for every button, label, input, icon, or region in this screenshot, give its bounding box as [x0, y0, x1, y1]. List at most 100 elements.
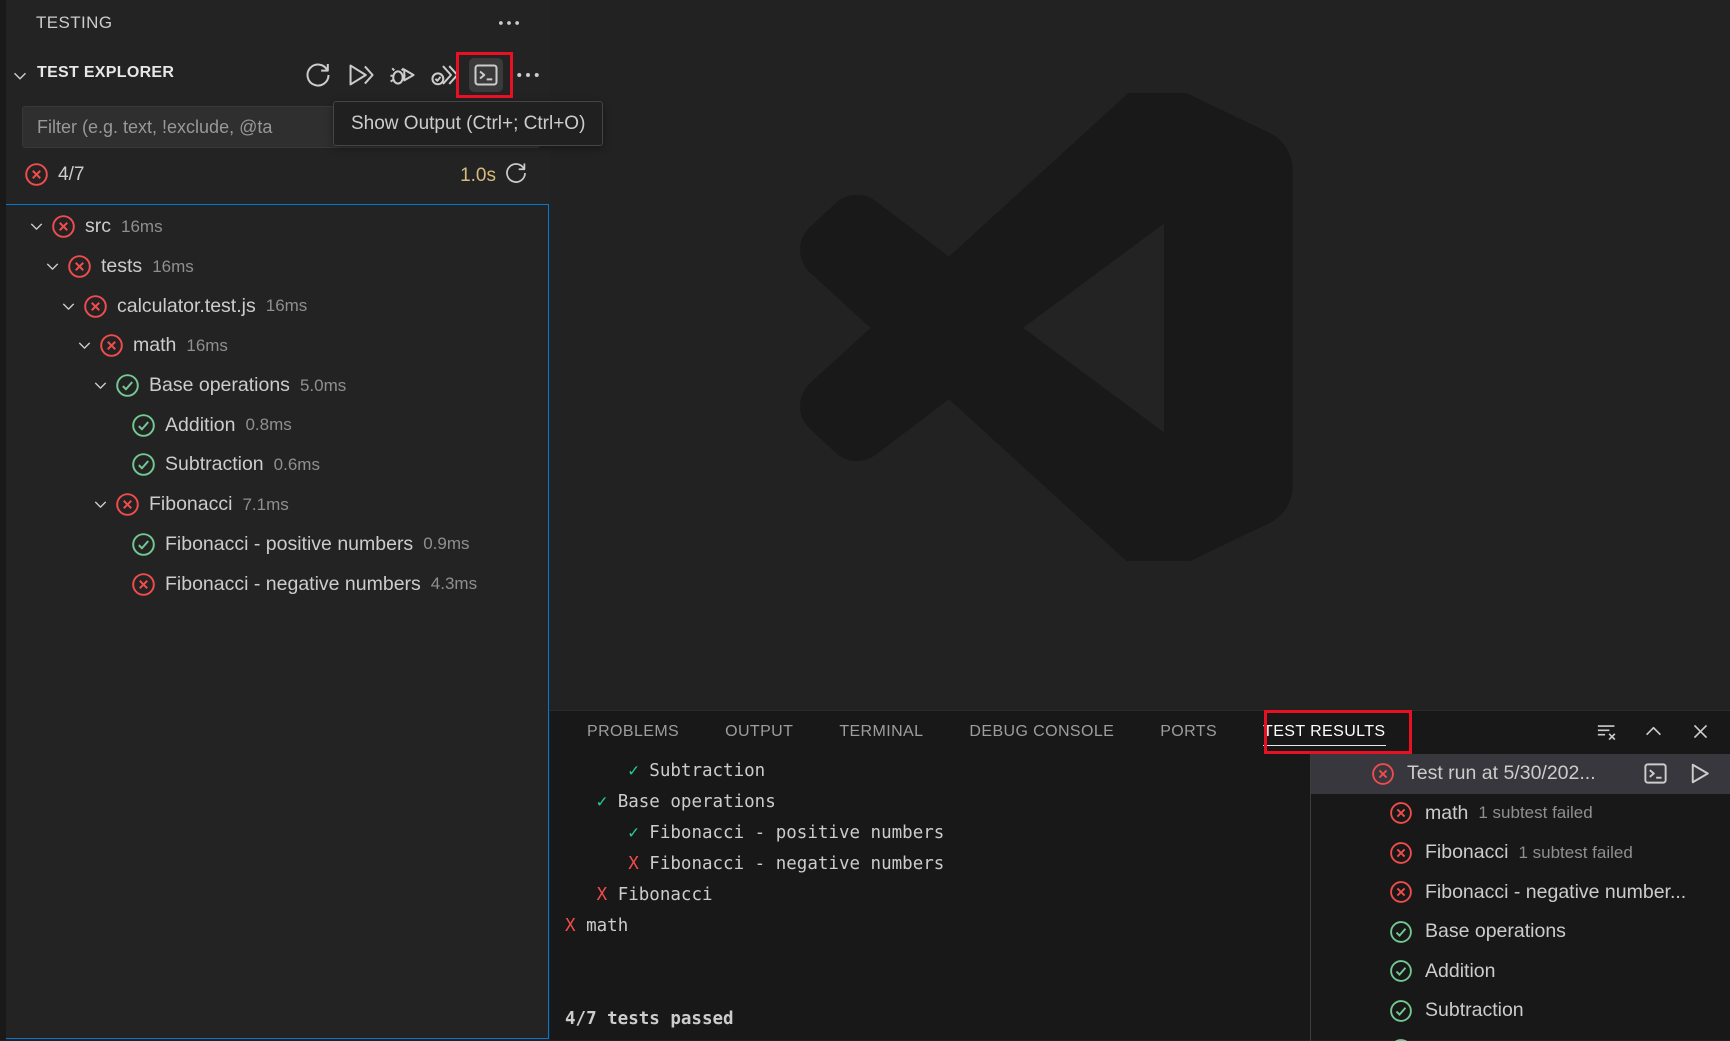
chevron-down-icon[interactable]	[24, 215, 48, 239]
vscode-logo-watermark	[800, 93, 1294, 561]
chevron-down-icon[interactable]	[40, 255, 64, 279]
test-tree-item[interactable]: Base operations5.0ms	[6, 366, 548, 406]
annotation-box-show-output	[456, 52, 513, 98]
result-label: Fibonacci	[1425, 841, 1508, 864]
refresh-button[interactable]	[301, 58, 335, 92]
tests-passed-summary: 4/7 tests passed	[565, 1009, 734, 1029]
test-item-duration: 7.1ms	[242, 495, 288, 515]
pass-icon	[1389, 920, 1413, 944]
sidebar-title: TESTING	[36, 13, 112, 33]
run-all-button[interactable]	[343, 58, 377, 92]
chevron-down-icon[interactable]	[56, 294, 80, 318]
test-tree-item[interactable]: Fibonacci - positive numbers 0.9ms	[6, 525, 548, 565]
error-icon	[1389, 801, 1413, 825]
chevron-down-icon[interactable]	[88, 374, 112, 398]
test-item-duration: 5.0ms	[300, 376, 346, 396]
error-icon	[1389, 841, 1413, 865]
test-result-row[interactable]: Addition	[1311, 952, 1730, 992]
more-actions-icon[interactable]	[492, 8, 526, 38]
chevron-up-icon[interactable]	[1642, 720, 1665, 743]
test-item-label: Fibonacci - positive numbers	[165, 533, 413, 556]
bottom-panel: PROBLEMS OUTPUT TERMINAL DEBUG CONSOLE PORTS…	[550, 710, 1730, 1040]
clear-output-icon[interactable]	[1595, 720, 1618, 743]
test-tree-item[interactable]: tests 16ms	[6, 247, 548, 287]
tests-failed-ratio: 4/7	[58, 164, 84, 186]
refresh-icon[interactable]	[504, 161, 528, 190]
panel-tab-output[interactable]: OUTPUT	[725, 711, 793, 752]
error-icon	[51, 214, 76, 239]
test-item-label: Subtraction	[165, 453, 264, 476]
test-item-label: tests	[101, 255, 142, 278]
error-icon	[1371, 762, 1395, 786]
pass-icon	[1389, 959, 1413, 983]
test-result-row[interactable]: Test run at 5/30/202...	[1311, 754, 1730, 794]
chevron-down-icon[interactable]	[88, 493, 112, 517]
panel-tab-problems[interactable]: PROBLEMS	[587, 711, 679, 752]
test-results-output[interactable]: ✓ Subtraction ✓ Base operations ✓ Fibona…	[550, 752, 1310, 1041]
panel-tab-ports[interactable]: PORTS	[1160, 711, 1217, 752]
test-item-duration: 0.6ms	[274, 455, 320, 475]
debug-all-button[interactable]	[385, 58, 419, 92]
chevron-down-icon[interactable]	[72, 334, 96, 358]
test-result-row[interactable]: Fibonacci 1 subtest failed	[1311, 833, 1730, 873]
test-tree-item[interactable]: Addition 0.8ms	[6, 405, 548, 445]
test-explorer-tree: src16mstests16mscalculator.test.js16msma…	[5, 204, 549, 1039]
output-fail-mark: X	[628, 854, 639, 874]
test-item-label: calculator.test.js	[117, 295, 256, 318]
error-icon	[131, 572, 156, 597]
pass-icon	[1389, 999, 1413, 1023]
test-results-tree: Test run at 5/30/202... math 1 subtest fai…	[1311, 752, 1730, 1041]
chevron-down-icon[interactable]	[10, 66, 30, 91]
test-tree-item[interactable]: calculator.test.js 16ms	[6, 286, 548, 326]
result-label: Fibonacci - negative number...	[1425, 881, 1686, 904]
test-result-row[interactable]	[1311, 1031, 1730, 1041]
error-icon	[24, 162, 49, 192]
test-item-duration: 4.3ms	[431, 574, 477, 594]
test-result-row[interactable]: Subtraction	[1311, 991, 1730, 1031]
panel-tab-terminal[interactable]: TERMINAL	[839, 711, 923, 752]
output-pass-mark: ✓	[597, 792, 608, 812]
show-output-icon[interactable]	[1642, 760, 1669, 787]
test-run-duration: 1.0s	[460, 165, 496, 187]
test-item-duration: 16ms	[266, 296, 308, 316]
result-detail: 1 subtest failed	[1478, 803, 1592, 823]
test-item-duration: 16ms	[186, 336, 228, 356]
test-item-label: src	[85, 215, 111, 238]
result-label: math	[1425, 802, 1468, 825]
show-output-tooltip: Show Output (Ctrl+; Ctrl+O)	[333, 101, 603, 146]
testing-sidebar: TESTING TEST EXPLORER 4/7 1.0s src16mste…	[0, 0, 550, 1040]
status-right-group: 1.0s	[460, 161, 528, 190]
editor-area	[550, 0, 1730, 710]
tree-indent-spacer	[104, 572, 128, 596]
close-icon[interactable]	[1689, 720, 1712, 743]
result-label: Test run at 5/30/202...	[1407, 762, 1596, 785]
test-item-duration: 0.9ms	[423, 534, 469, 554]
play-icon[interactable]	[1685, 760, 1712, 787]
test-tree-item[interactable]: Fibonacci7.1ms	[6, 485, 548, 525]
tree-indent-spacer	[104, 453, 128, 477]
test-result-row[interactable]: Base operations	[1311, 912, 1730, 952]
test-tree-item[interactable]: math 16ms	[6, 326, 548, 366]
test-item-label: math	[133, 334, 176, 357]
test-item-duration: 0.8ms	[245, 415, 291, 435]
section-title: TEST EXPLORER	[37, 64, 174, 82]
pass-icon	[131, 532, 156, 557]
test-result-row[interactable]: math 1 subtest failed	[1311, 794, 1730, 834]
test-tree-item[interactable]: Subtraction 0.6ms	[6, 445, 548, 485]
test-status-row: 4/7 1.0s	[0, 155, 550, 195]
output-pass-mark: ✓	[628, 823, 639, 843]
tree-indent-spacer	[104, 532, 128, 556]
panel-action-icons	[1595, 720, 1712, 743]
error-icon	[83, 294, 108, 319]
output-fail-mark: X	[565, 916, 576, 936]
error-icon	[115, 492, 140, 517]
more-button[interactable]	[511, 58, 545, 92]
panel-tab-debug-console[interactable]: DEBUG CONSOLE	[969, 711, 1114, 752]
tree-indent-spacer	[104, 413, 128, 437]
test-tree-item[interactable]: src16ms	[6, 207, 548, 247]
test-tree-item[interactable]: Fibonacci - negative numbers4.3ms	[6, 564, 548, 604]
test-result-row[interactable]: Fibonacci - negative number...	[1311, 873, 1730, 913]
result-detail: 1 subtest failed	[1518, 843, 1632, 863]
test-item-duration: 16ms	[152, 257, 194, 277]
test-item-label: Addition	[165, 414, 235, 437]
